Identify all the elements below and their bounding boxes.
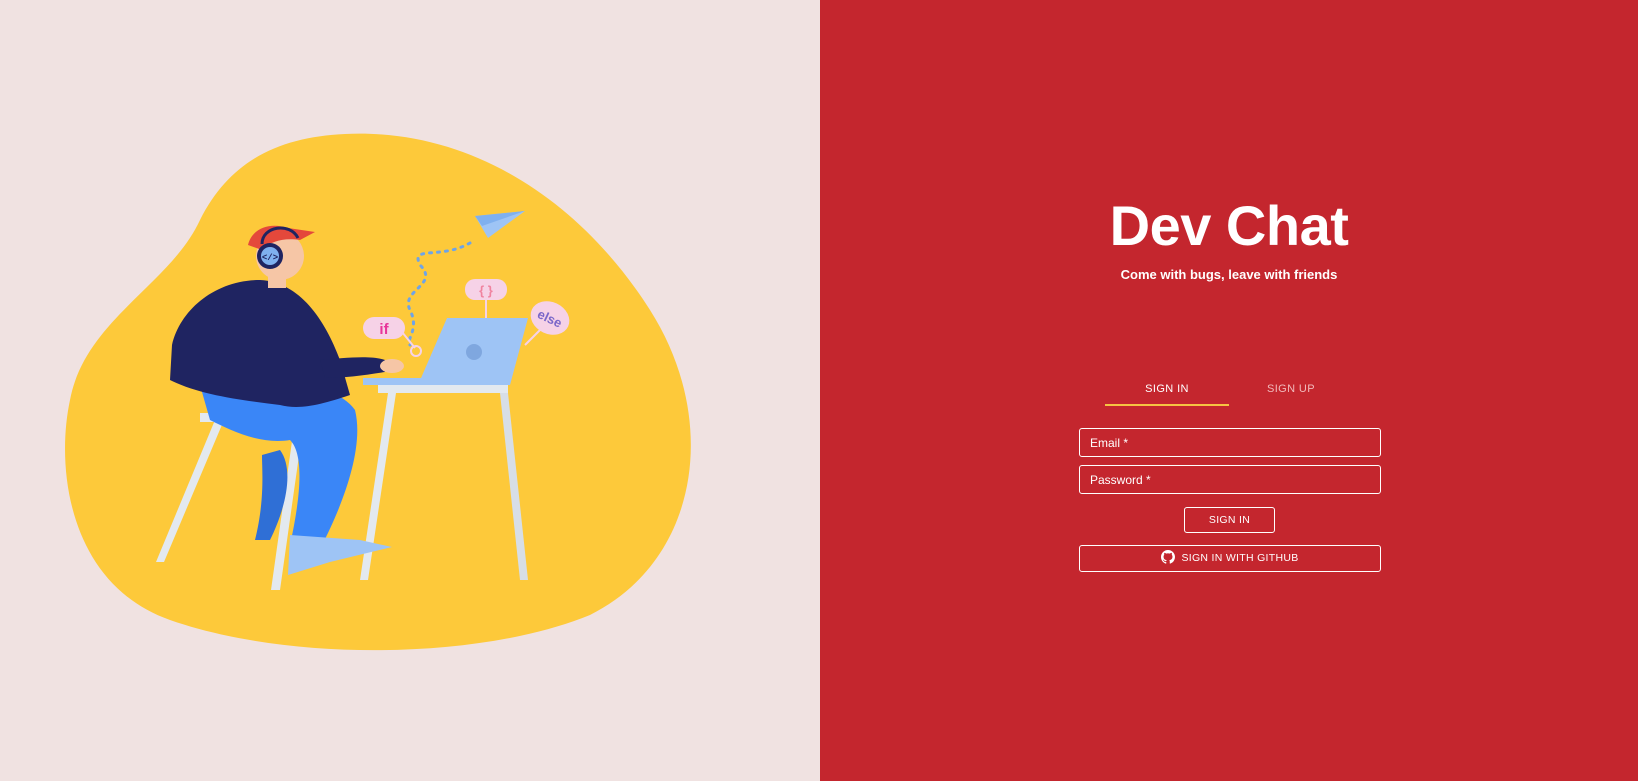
blob-shape bbox=[65, 133, 691, 651]
developer-illustration: { } if else </> bbox=[65, 133, 691, 651]
active-tab-indicator bbox=[1105, 404, 1229, 406]
sign-in-button-label: SIGN IN bbox=[1208, 514, 1251, 526]
github-sign-in-button[interactable]: SIGN IN WITH GITHUB bbox=[1079, 545, 1381, 572]
github-icon bbox=[1161, 550, 1176, 564]
email-label: Email * bbox=[1090, 436, 1129, 450]
password-field[interactable]: Password * bbox=[1079, 465, 1381, 494]
illustration-panel: { } if else </> bbox=[0, 0, 820, 781]
tab-sign-up[interactable]: SIGN UP bbox=[1229, 372, 1353, 406]
app-title: Dev Chat bbox=[1109, 194, 1349, 257]
email-field[interactable]: Email * bbox=[1079, 428, 1381, 457]
svg-text:</>: </> bbox=[262, 253, 278, 263]
github-button-label: SIGN IN WITH GITHUB bbox=[1181, 552, 1299, 564]
auth-panel: Dev Chat Come with bugs, leave with frie… bbox=[820, 0, 1638, 781]
sign-in-button[interactable]: SIGN IN bbox=[1184, 507, 1275, 533]
auth-tabs: SIGN IN SIGN UP bbox=[1105, 372, 1353, 406]
if-label: if bbox=[379, 321, 389, 338]
tab-sign-in[interactable]: SIGN IN bbox=[1105, 372, 1229, 406]
password-label: Password * bbox=[1090, 473, 1151, 487]
app-tagline: Come with bugs, leave with friends bbox=[1120, 267, 1338, 282]
braces-label: { } bbox=[479, 283, 493, 298]
